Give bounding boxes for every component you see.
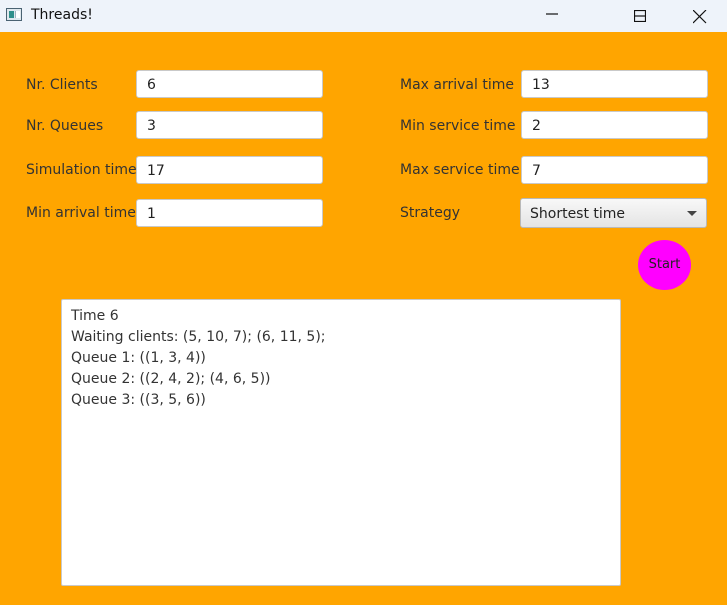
max-arrival-time-label: Max arrival time bbox=[400, 77, 514, 93]
close-icon bbox=[693, 10, 707, 24]
nr-queues-label: Nr. Queues bbox=[26, 118, 104, 134]
min-service-time-label: Min service time bbox=[400, 118, 516, 134]
min-arrival-time-label: Min arrival time bbox=[26, 205, 136, 221]
log-line: Queue 1: ((1, 3, 4)) bbox=[71, 350, 206, 366]
strategy-selected-value: Shortest time bbox=[530, 206, 626, 222]
maximize-icon bbox=[634, 10, 646, 22]
nr-clients-label: Nr. Clients bbox=[26, 77, 98, 93]
minimize-icon bbox=[546, 13, 558, 15]
nr-queues-field[interactable]: 3 bbox=[136, 111, 323, 139]
minimize-button-area[interactable] bbox=[529, 0, 575, 32]
nr-clients-field[interactable]: 6 bbox=[136, 70, 323, 98]
app-window-icon bbox=[6, 8, 22, 21]
simulation-log[interactable]: Time 6 Waiting clients: (5, 10, 7); (6, … bbox=[61, 299, 621, 586]
simulation-time-field[interactable]: 17 bbox=[136, 156, 323, 184]
min-arrival-time-field[interactable]: 1 bbox=[136, 199, 323, 227]
log-line: Queue 3: ((3, 5, 6)) bbox=[71, 392, 206, 408]
strategy-select[interactable]: Shortest time bbox=[520, 198, 707, 228]
strategy-label: Strategy bbox=[400, 205, 460, 221]
simulation-time-label: Simulation time bbox=[26, 162, 137, 178]
max-service-time-field[interactable]: 7 bbox=[521, 156, 708, 184]
max-arrival-time-field[interactable]: 13 bbox=[521, 70, 708, 98]
close-button[interactable] bbox=[676, 0, 722, 32]
window-title: Threads! bbox=[31, 7, 93, 23]
log-line: Waiting clients: (5, 10, 7); (6, 11, 5); bbox=[71, 329, 326, 345]
maximize-button[interactable] bbox=[617, 0, 663, 32]
log-line: Queue 2: ((2, 4, 2); (4, 6, 5)) bbox=[71, 371, 271, 387]
log-line: Time 6 bbox=[71, 308, 119, 324]
chevron-down-icon bbox=[687, 211, 697, 216]
start-button[interactable]: Start bbox=[638, 240, 691, 290]
max-service-time-label: Max service time bbox=[400, 162, 520, 178]
min-service-time-field[interactable]: 2 bbox=[521, 111, 708, 139]
